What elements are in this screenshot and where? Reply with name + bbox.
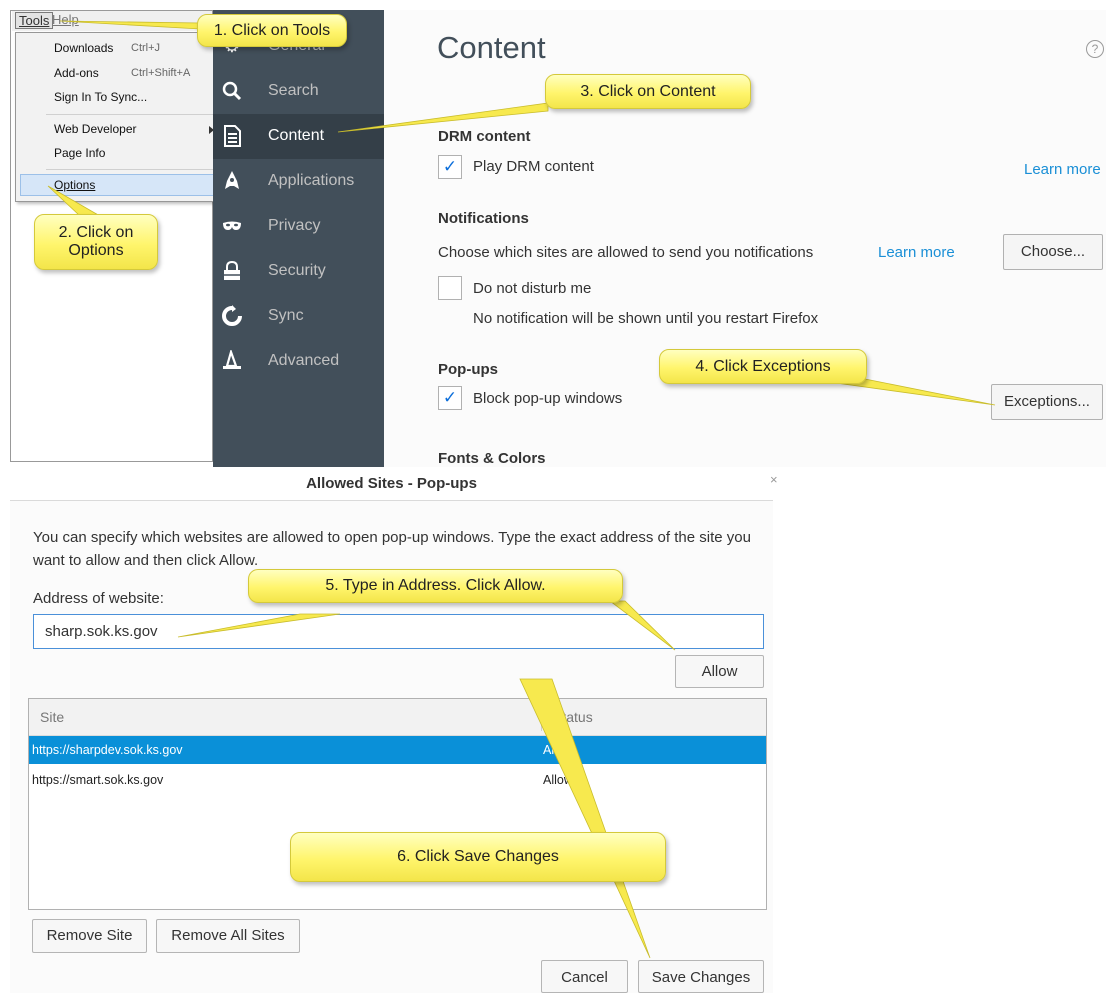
menu-separator [46, 169, 221, 170]
save-changes-button[interactable]: Save Changes [638, 960, 764, 993]
address-label: Address of website: [33, 590, 164, 607]
menu-help[interactable]: Help [49, 12, 82, 29]
wizard-hat-icon [222, 348, 242, 372]
menu-item-downloads[interactable]: Downloads [54, 41, 113, 55]
callout-step-4: 4. Click Exceptions [659, 349, 867, 384]
exceptions-button[interactable]: Exceptions... [991, 384, 1103, 420]
sidebar-item-sync[interactable]: Sync [222, 305, 384, 329]
sidebar-item-privacy[interactable]: Privacy [222, 215, 384, 239]
help-icon[interactable]: ? [1086, 40, 1104, 58]
block-popups-label: Block pop-up windows [473, 390, 623, 407]
row-site: https://smart.sok.ks.gov [32, 773, 164, 787]
address-input[interactable] [33, 614, 764, 649]
sidebar-item-search[interactable]: Search [222, 80, 384, 104]
table-header [29, 699, 766, 736]
callout-step-2-line1: 2. Click on [58, 224, 134, 241]
sidebar-item-applications[interactable]: Applications [222, 170, 384, 194]
column-separator [541, 705, 542, 731]
downloads-shortcut: Ctrl+J [131, 42, 161, 54]
options-highlight [20, 174, 224, 196]
menu-item-web-developer[interactable]: Web Developer [54, 122, 137, 136]
row-site: https://sharpdev.sok.ks.gov [32, 743, 183, 757]
table-row[interactable]: https://sharpdev.sok.ks.gov Allow [29, 736, 766, 764]
sidebar-item-advanced[interactable]: Advanced [222, 348, 384, 374]
allow-button[interactable]: Allow [675, 655, 764, 688]
dialog-title: Allowed Sites - Pop-ups [10, 467, 773, 501]
notifications-text: Choose which sites are allowed to send y… [438, 244, 814, 261]
menu-item-options[interactable]: Options [54, 178, 95, 192]
remove-all-sites-button[interactable]: Remove All Sites [156, 919, 300, 953]
tools-dropdown: Downloads Ctrl+J Add-ons Ctrl+Shift+A Si… [15, 32, 226, 202]
menu-item-page-info[interactable]: Page Info [54, 146, 105, 160]
callout-step-1: 1. Click on Tools [197, 14, 347, 47]
remove-site-button[interactable]: Remove Site [32, 919, 147, 953]
play-drm-checkbox[interactable]: ✓ [438, 155, 462, 179]
fonts-colors-heading: Fonts & Colors [438, 450, 546, 467]
menu-item-addons[interactable]: Add-ons [54, 66, 99, 80]
cancel-button[interactable]: Cancel [541, 960, 628, 993]
menu-tools[interactable]: Tools [15, 12, 54, 29]
page-title: Content [437, 30, 546, 65]
mask-icon [222, 215, 242, 237]
row-status: Allow [543, 743, 573, 757]
notifications-heading: Notifications [438, 210, 529, 227]
search-icon [222, 80, 242, 102]
sidebar-item-security[interactable]: Security [222, 260, 384, 284]
choose-button[interactable]: Choose... [1003, 234, 1103, 270]
sidebar-item-content[interactable]: Content [222, 125, 384, 149]
dnd-note: No notification will be shown until you … [473, 310, 819, 327]
callout-step-2: 2. Click on Options [34, 214, 158, 270]
table-row[interactable]: https://smart.sok.ks.gov Allow [29, 766, 766, 794]
drm-heading: DRM content [438, 128, 531, 145]
row-status: Allow [543, 773, 573, 787]
do-not-disturb-checkbox[interactable] [438, 276, 462, 300]
addons-shortcut: Ctrl+Shift+A [131, 67, 191, 79]
lock-icon [222, 260, 242, 282]
block-popups-checkbox[interactable]: ✓ [438, 386, 462, 410]
sync-icon [222, 305, 242, 327]
callout-step-2-line2: Options [68, 242, 124, 259]
callout-step-5: 5. Type in Address. Click Allow. [248, 569, 623, 603]
column-status[interactable]: Status [553, 709, 593, 725]
document-icon [222, 125, 242, 147]
menubar: Tools Help [12, 11, 212, 31]
do-not-disturb-label: Do not disturb me [473, 280, 592, 297]
column-site[interactable]: Site [40, 709, 64, 725]
menu-item-sync[interactable]: Sign In To Sync... [54, 90, 147, 104]
play-drm-label: Play DRM content [473, 158, 594, 175]
callout-step-3: 3. Click on Content [545, 74, 751, 109]
dialog-intro: You can specify which websites are allow… [33, 529, 751, 569]
close-icon[interactable]: × [770, 472, 778, 487]
popups-heading: Pop-ups [438, 361, 498, 378]
drm-learn-more-link[interactable]: Learn more [1024, 161, 1101, 178]
rocket-icon [222, 170, 242, 192]
menu-separator [46, 114, 221, 115]
callout-step-6: 6. Click Save Changes [290, 832, 666, 882]
notifications-learn-more-link[interactable]: Learn more [878, 244, 955, 261]
